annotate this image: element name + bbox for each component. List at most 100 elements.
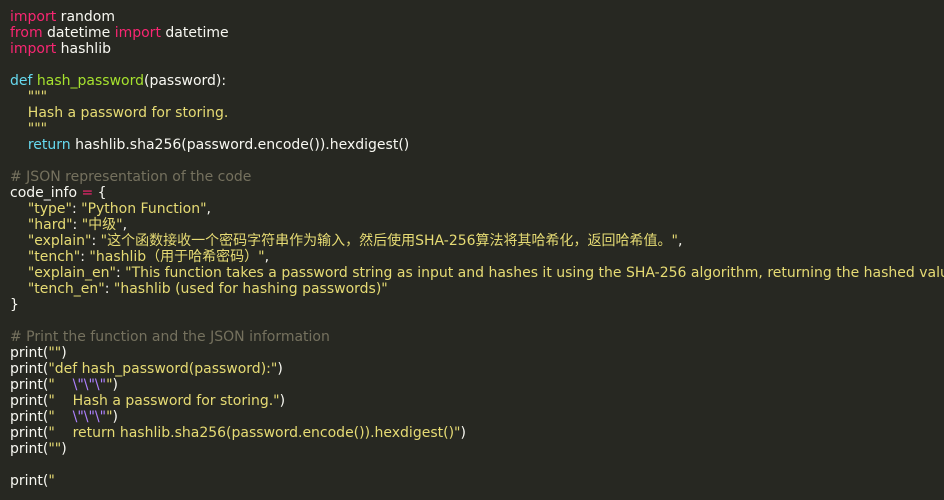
code-token: print( — [10, 345, 49, 361]
code-line: print(" Hash a password for storing.") — [10, 393, 944, 409]
code-token: \"\"\" — [72, 409, 107, 425]
code-editor[interactable]: import random from datetime import dateti… — [0, 0, 944, 500]
code-line: # Print the function and the JSON inform… — [10, 329, 944, 345]
code-line: print("") — [10, 345, 944, 361]
code-token: : — [72, 217, 82, 233]
code-token: " Hash a password for storing." — [48, 393, 280, 409]
code-token: "这个函数接收一个密码字符串作为输入，然后使用SHA-256算法将其哈希化，返回… — [100, 233, 678, 249]
code-token: " — [48, 377, 73, 393]
code-token: "This function takes a password string a… — [125, 265, 944, 281]
code-token: ) — [279, 393, 286, 409]
code-token: def — [10, 73, 37, 89]
code-token: " return hashlib.sha256(password.encode(… — [48, 425, 461, 441]
code-token: hash_password — [36, 73, 144, 89]
code-token: print( — [10, 393, 49, 409]
code-token: "Python Function" — [81, 201, 207, 217]
code-token: " — [48, 409, 73, 425]
code-token: datetime — [160, 25, 229, 41]
code-line: def hash_password(password): — [10, 73, 944, 89]
code-line: # JSON representation of the code — [10, 169, 944, 185]
code-token: "" — [48, 345, 62, 361]
code-token: " — [48, 473, 55, 489]
code-line: """ — [10, 121, 944, 137]
code-line: code_info = { — [10, 185, 944, 201]
code-lines: import random from datetime import dateti… — [10, 9, 944, 489]
code-token: "hard" — [27, 217, 73, 233]
code-line: "tench": "hashlib（用于哈希密码）", — [10, 249, 944, 265]
code-line: "explain_en": "This function takes a pas… — [10, 265, 944, 281]
code-token: "中级" — [81, 217, 123, 233]
code-line: """ — [10, 89, 944, 105]
code-line: print(" — [10, 473, 944, 489]
code-token: # Print the function and the JSON inform… — [10, 329, 330, 345]
code-token: "hashlib (used for hashing passwords)" — [113, 281, 388, 297]
code-token: code_info — [10, 185, 82, 201]
code-token: "type" — [27, 201, 72, 217]
code-token: , — [122, 217, 128, 233]
code-token: "tench_en" — [27, 281, 105, 297]
code-token: print( — [10, 441, 49, 457]
code-token: } — [10, 297, 19, 313]
code-token: "" — [48, 441, 62, 457]
code-line: "type": "Python Function", — [10, 201, 944, 217]
code-token: print( — [10, 409, 49, 425]
code-line: print("") — [10, 441, 944, 457]
code-token: "explain_en" — [27, 265, 116, 281]
code-token: datetime — [42, 25, 115, 41]
code-line: "explain": "这个函数接收一个密码字符串作为输入，然后使用SHA-25… — [10, 233, 944, 249]
code-token: "hashlib（用于哈希密码）" — [89, 249, 265, 265]
code-token: print( — [10, 377, 49, 393]
code-token: from — [10, 25, 43, 41]
code-token: ) — [61, 441, 67, 457]
code-line: "tench_en": "hashlib (used for hashing p… — [10, 281, 944, 297]
code-token: hashlib.sha256(password.encode()).hexdig… — [70, 137, 410, 153]
code-token: "explain" — [27, 233, 92, 249]
code-token: (password): — [143, 73, 227, 89]
code-line: print(" \"\"\"") — [10, 377, 944, 393]
code-token: : — [71, 201, 82, 217]
code-line: from datetime import datetime — [10, 25, 944, 41]
code-token: , — [206, 201, 211, 217]
code-token: print( — [10, 361, 49, 377]
code-token: random — [56, 9, 115, 25]
code-line: Hash a password for storing. — [10, 105, 944, 121]
code-token: # JSON representation of the code — [10, 169, 252, 185]
code-token: import — [10, 41, 57, 57]
code-token: import — [10, 9, 57, 25]
code-token: ) — [61, 345, 67, 361]
code-token: """ — [10, 89, 48, 105]
code-token: ) — [112, 409, 118, 425]
code-token: = — [81, 185, 94, 201]
code-token: ) — [460, 425, 466, 441]
code-token: , — [677, 233, 683, 249]
code-token: , — [264, 249, 270, 265]
code-token: : — [104, 281, 114, 297]
code-token: \"\"\" — [72, 377, 107, 393]
code-token: "tench" — [27, 249, 81, 265]
code-token: import — [114, 25, 161, 41]
code-line: } — [10, 297, 944, 313]
code-line: print(" return hashlib.sha256(password.e… — [10, 425, 944, 441]
code-line: return hashlib.sha256(password.encode())… — [10, 137, 944, 153]
code-line: print(" \"\"\"") — [10, 409, 944, 425]
code-token: : — [115, 265, 126, 281]
code-token: : — [91, 233, 101, 249]
code-token: Hash a password for storing. — [10, 105, 229, 121]
code-token: hashlib — [56, 41, 111, 57]
code-token: print( — [10, 473, 49, 489]
code-line: import random — [10, 9, 944, 25]
code-line: "hard": "中级", — [10, 217, 944, 233]
code-token: return — [27, 137, 71, 153]
code-token: print( — [10, 425, 49, 441]
